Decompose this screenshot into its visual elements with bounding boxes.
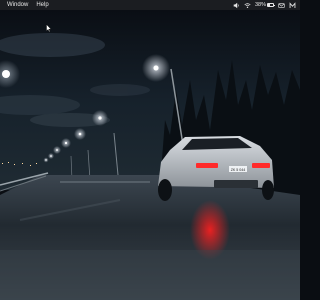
- moon: [2, 70, 10, 78]
- left-rear-wheel: [158, 179, 172, 201]
- right-tail-light: [252, 163, 270, 168]
- left-tail-light: [196, 163, 218, 168]
- menu-bar: Window Help 38%: [0, 0, 300, 10]
- license-plate-text: ZK 5 044: [231, 168, 246, 172]
- battery-percent: 38%: [254, 2, 266, 8]
- app-menu: Window Help: [0, 0, 53, 10]
- battery-fill: [268, 4, 270, 6]
- m-logo-icon[interactable]: [289, 1, 296, 9]
- battery-indicator[interactable]: 38%: [254, 0, 275, 10]
- menu-help[interactable]: Help: [32, 0, 52, 10]
- night-road-car-wallpaper: ZK 5 044: [0, 10, 300, 300]
- mouse-pointer-icon: [46, 24, 52, 32]
- right-rear-wheel: [262, 180, 274, 200]
- mail-icon[interactable]: [278, 2, 285, 9]
- wifi-icon[interactable]: [244, 2, 251, 9]
- status-area: 38%: [233, 0, 300, 10]
- menu-window[interactable]: Window: [0, 0, 32, 10]
- battery-icon: [267, 3, 275, 7]
- speaker-icon[interactable]: [233, 2, 240, 9]
